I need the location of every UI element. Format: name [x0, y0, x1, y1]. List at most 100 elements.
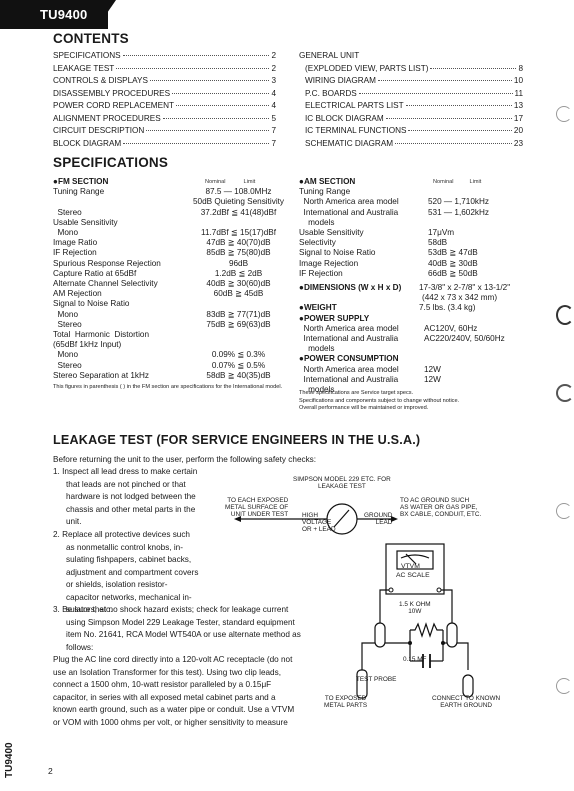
- toc-entry[interactable]: BLOCK DIAGRAM 7: [53, 138, 276, 151]
- toc-leader-dots: [146, 130, 270, 131]
- spec-key: Signal to Noise Ratio: [53, 299, 130, 309]
- weight-row: ●WEIGHT 7.5 lbs. (3.4 kg): [299, 303, 549, 313]
- toc-entry[interactable]: SPECIFICATIONS 2: [53, 50, 276, 63]
- spec-key: Mono: [53, 350, 79, 360]
- spec-key: (65dBf 1kHz Input): [53, 340, 122, 350]
- toc-general-unit: GENERAL UNIT: [299, 51, 360, 60]
- toc-entry[interactable]: (EXPLODED VIEW, PARTS LIST) 8: [305, 63, 523, 76]
- resistor-label: 1.5 K OHM 10W: [399, 601, 431, 616]
- toc-leader-dots: [377, 80, 512, 81]
- spec-row: IF Rejection 85dB ≧ 75(80)dB: [53, 248, 293, 258]
- toc-entry[interactable]: DISASSEMBLY PROCEDURES 4: [53, 88, 276, 101]
- toc-entry-page: 2: [271, 51, 276, 60]
- spec-key: International and Australia: [299, 334, 399, 344]
- service-note: These specifications are Service target …: [299, 390, 559, 413]
- wire-left-probe: [361, 642, 375, 670]
- spec-key: Image Rejection: [299, 258, 359, 268]
- toc-entry-label: IC BLOCK DIAGRAM: [305, 113, 384, 123]
- spec-value: 83dB ≧ 77(71)dB: [206, 309, 271, 319]
- earth-ground-label: CONNECT TO KNOWN EARTH GROUND: [432, 695, 501, 710]
- spec-row: Total Harmonic Distortion: [53, 330, 293, 340]
- spec-row: Mono 0.09% ≦ 0.3%: [53, 350, 293, 360]
- spec-value: [186, 218, 291, 228]
- spec-value: [186, 340, 291, 350]
- spec-value: AC120V, 60Hz: [424, 323, 478, 333]
- binder-hole: [556, 384, 574, 402]
- spec-row: Stereo 75dB ≧ 69(63)dB: [53, 320, 293, 330]
- spec-row: Usable Sensitivity: [53, 218, 293, 228]
- spec-key: Stereo: [53, 207, 82, 217]
- ground-lead-label: GROUND LEAD: [364, 512, 393, 527]
- spec-value: [424, 187, 428, 197]
- spec-value: [186, 330, 291, 340]
- toc-entry-label: WIRING DIAGRAM: [305, 76, 376, 85]
- test-probe-label: TEST PROBE: [356, 676, 397, 683]
- spec-key: Stereo: [53, 360, 82, 370]
- toc-entry[interactable]: CONTROLS & DISPLAYS 3: [53, 75, 276, 88]
- wire-right-ground: [457, 642, 469, 670]
- spec-key: IF Rejection: [299, 268, 343, 278]
- spec-row: Selectivity 58dB: [299, 238, 549, 248]
- contents-title: CONTENTS: [53, 31, 129, 46]
- spec-key: Tuning Range: [53, 187, 105, 197]
- vtvm-label: VTVM: [401, 563, 420, 570]
- spec-value: 60dB ≧ 45dB: [213, 289, 264, 299]
- toc-entry[interactable]: POWER CORD REPLACEMENT 4: [53, 100, 276, 113]
- am-section: ●AM SECTION Nominal Limit Tuning Range N…: [299, 177, 549, 395]
- toc-leader-dots: [358, 92, 513, 94]
- spec-value: 87.5 — 108.0MHz: [205, 187, 272, 197]
- spec-value: 47dB ≧ 40(70)dB: [206, 238, 271, 248]
- spec-row: North America area model AC120V, 60Hz: [299, 324, 549, 334]
- toc-entry-label: LEAKAGE TEST: [53, 63, 115, 73]
- spec-row: Capture Ratio at 65dBf 1.2dB ≦ 2dB: [53, 269, 293, 279]
- toc-entry[interactable]: SCHEMATIC DIAGRAM 23: [305, 138, 523, 151]
- toc-entry-page: 13: [513, 101, 523, 110]
- toc-entry-label: ELECTRICAL PARTS LIST: [305, 101, 404, 110]
- toc-entry-page: 17: [513, 113, 523, 123]
- toc-entry[interactable]: ELECTRICAL PARTS LIST 13: [305, 100, 523, 113]
- toc-entry[interactable]: P.C. BOARDS 11: [305, 88, 523, 101]
- junction-right: [441, 641, 445, 645]
- spec-key: AM Rejection: [53, 289, 102, 299]
- toc-entry-page: 7: [271, 126, 276, 135]
- spec-key: Mono: [53, 309, 79, 319]
- clip-right-upper: [446, 622, 458, 648]
- toc-entry[interactable]: IC TERMINAL FUNCTIONS 20: [305, 125, 523, 138]
- spec-value: 40dB ≧ 30(60)dB: [206, 279, 271, 289]
- toc-entry[interactable]: IC BLOCK DIAGRAM 17: [305, 113, 523, 126]
- toc-entry[interactable]: CIRCUIT DESCRIPTION 7: [53, 125, 276, 138]
- toc-entry-label: (EXPLODED VIEW, PARTS LIST): [305, 63, 429, 73]
- toc-entry[interactable]: WIRING DIAGRAM 10: [305, 75, 523, 88]
- col-limit: Limit: [243, 179, 256, 185]
- toc-entry[interactable]: LEAKAGE TEST 2: [53, 63, 276, 76]
- vtvm-terminal-right: [436, 587, 442, 593]
- spec-value: 85dB ≧ 75(80)dB: [206, 248, 271, 258]
- vtvm-terminal-left: [388, 587, 394, 593]
- spec-key: North America area model: [299, 197, 399, 207]
- spec-value: 50dB Quieting Sensitivity: [192, 197, 285, 207]
- spec-value: [424, 218, 428, 228]
- toc-leader-dots: [405, 105, 512, 106]
- test-probe-icon: [356, 669, 368, 699]
- toc-entry-label: CIRCUIT DESCRIPTION: [53, 126, 145, 135]
- spec-row: Signal to Noise Ratio: [53, 299, 293, 309]
- spec-value: [186, 299, 291, 309]
- spec-key: International and Australia: [299, 374, 399, 384]
- spec-key: Mono: [53, 228, 79, 238]
- spec-key: models: [299, 217, 335, 227]
- wire-left-top: [379, 589, 390, 623]
- spec-value: 53dB ≧ 47dB: [428, 248, 478, 258]
- spec-key: Usable Sensitivity: [53, 217, 118, 227]
- spec-row: Signal to Noise Ratio 53dB ≧ 47dB: [299, 248, 549, 258]
- spec-row: models: [299, 344, 549, 354]
- toc-leader-dots: [395, 142, 512, 144]
- toc-entry[interactable]: ALIGNMENT PROCEDURES 5: [53, 113, 276, 126]
- spec-row: Alternate Channel Selectivity 40dB ≧ 30(6…: [53, 279, 293, 289]
- capacitor-label: 0.15 MF: [403, 656, 427, 663]
- spec-key: Tuning Range: [299, 187, 351, 197]
- am-col-nominal: Nominal: [433, 179, 454, 185]
- spec-value: 58dB ≧ 40(35)dB: [206, 370, 271, 380]
- spec-row: Spurious Response Rejection 96dB: [53, 259, 293, 269]
- toc-leader-dots: [116, 67, 270, 69]
- toc-leader-dots: [123, 142, 270, 144]
